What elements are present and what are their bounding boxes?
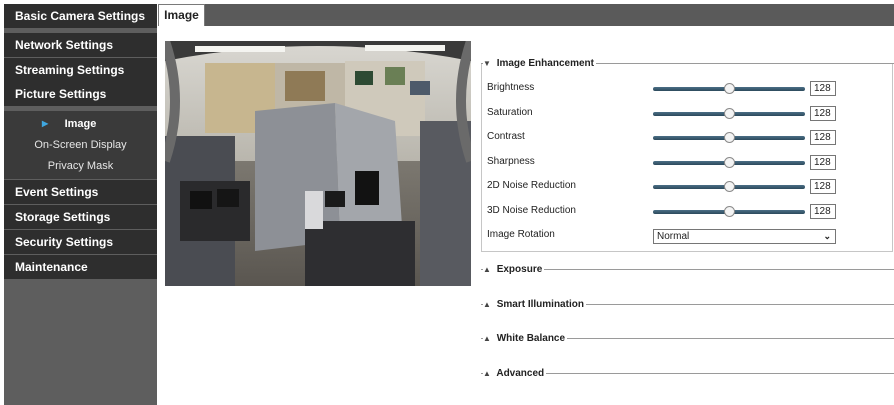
sidebar-item-security-settings[interactable]: Security Settings [4, 230, 157, 254]
section-title: White Balance [496, 333, 566, 344]
section-title: Exposure [496, 264, 543, 275]
section-header[interactable]: ▲ Exposure [483, 263, 545, 277]
section-title: Advanced [496, 368, 545, 379]
section-image-enhancement: ▼ Image Enhancement [481, 57, 894, 71]
section-advanced: ▲ Advanced [481, 367, 894, 381]
section-header[interactable]: ▲ Advanced [483, 367, 547, 381]
saturation-label: Saturation [487, 107, 533, 118]
submenu-item-privacy-mask[interactable]: Privacy Mask [4, 156, 157, 176]
caret-up-icon: ▲ [483, 265, 491, 274]
sharpness-slider[interactable] [653, 157, 805, 169]
contrast-slider[interactable] [653, 132, 805, 144]
slider-thumb[interactable] [724, 83, 735, 94]
2d-noise-reduction-slider[interactable] [653, 181, 805, 193]
3d-noise-reduction-label: 3D Noise Reduction [487, 205, 576, 216]
camera-image [165, 41, 471, 286]
contrast-value-input[interactable]: 128 [810, 130, 836, 145]
section-header[interactable]: ▲ White Balance [483, 332, 568, 346]
caret-up-icon: ▲ [483, 369, 491, 378]
saturation-slider[interactable] [653, 108, 805, 120]
caret-down-icon: ▼ [483, 59, 491, 68]
section-title: Image Enhancement [496, 58, 594, 69]
sidebar-item-network-settings[interactable]: Network Settings [4, 33, 157, 57]
contrast-label: Contrast [487, 131, 525, 142]
select-value: Normal [657, 231, 690, 242]
brightness-label: Brightness [487, 82, 535, 93]
section-header[interactable]: ▲ Smart Illumination [483, 298, 586, 312]
picture-settings-submenu: ▶ Image On-Screen Display Privacy Mask [4, 111, 157, 179]
slider-thumb[interactable] [724, 181, 735, 192]
camera-web-ui: Basic Camera Settings Network Settings S… [0, 0, 894, 405]
section-header[interactable]: ▼ Image Enhancement [483, 57, 596, 71]
triangle-right-icon: ▶ [42, 119, 49, 128]
image-rotation-select[interactable]: Normal ⌄ [653, 229, 836, 244]
sidebar: Basic Camera Settings Network Settings S… [4, 4, 157, 405]
tab-bar: Image [158, 4, 894, 26]
section-smart-illumination: ▲ Smart Illumination [481, 298, 894, 312]
caret-up-icon: ▲ [483, 300, 491, 309]
2d-noise-reduction-label: 2D Noise Reduction [487, 180, 576, 191]
saturation-value-input[interactable]: 128 [810, 106, 836, 121]
submenu-item-image[interactable]: ▶ Image [4, 114, 157, 134]
3d-noise-reduction-value-input[interactable]: 128 [810, 204, 836, 219]
section-exposure: ▲ Exposure [481, 263, 894, 277]
brightness-slider[interactable] [653, 83, 805, 95]
sidebar-item-basic-camera-settings[interactable]: Basic Camera Settings [4, 4, 157, 28]
section-white-balance: ▲ White Balance [481, 332, 894, 346]
submenu-item-label: Image [64, 118, 97, 130]
sidebar-item-picture-settings[interactable]: Picture Settings [4, 82, 157, 106]
chevron-down-icon: ⌄ [823, 231, 831, 241]
slider-thumb[interactable] [724, 157, 735, 168]
caret-up-icon: ▲ [483, 334, 491, 343]
tab-image[interactable]: Image [158, 4, 205, 26]
sidebar-item-event-settings[interactable]: Event Settings [4, 180, 157, 204]
live-video-preview[interactable] [165, 41, 471, 286]
2d-noise-reduction-value-input[interactable]: 128 [810, 179, 836, 194]
slider-thumb[interactable] [724, 108, 735, 119]
brightness-value-input[interactable]: 128 [810, 81, 836, 96]
sidebar-item-streaming-settings[interactable]: Streaming Settings [4, 58, 157, 82]
slider-thumb[interactable] [724, 206, 735, 217]
slider-thumb[interactable] [724, 132, 735, 143]
3d-noise-reduction-slider[interactable] [653, 206, 805, 218]
sidebar-item-storage-settings[interactable]: Storage Settings [4, 205, 157, 229]
sidebar-item-maintenance[interactable]: Maintenance [4, 255, 157, 279]
section-title: Smart Illumination [496, 299, 584, 310]
sharpness-label: Sharpness [487, 156, 535, 167]
image-rotation-label: Image Rotation [487, 229, 555, 240]
submenu-item-on-screen-display[interactable]: On-Screen Display [4, 135, 157, 155]
sharpness-value-input[interactable]: 128 [810, 155, 836, 170]
